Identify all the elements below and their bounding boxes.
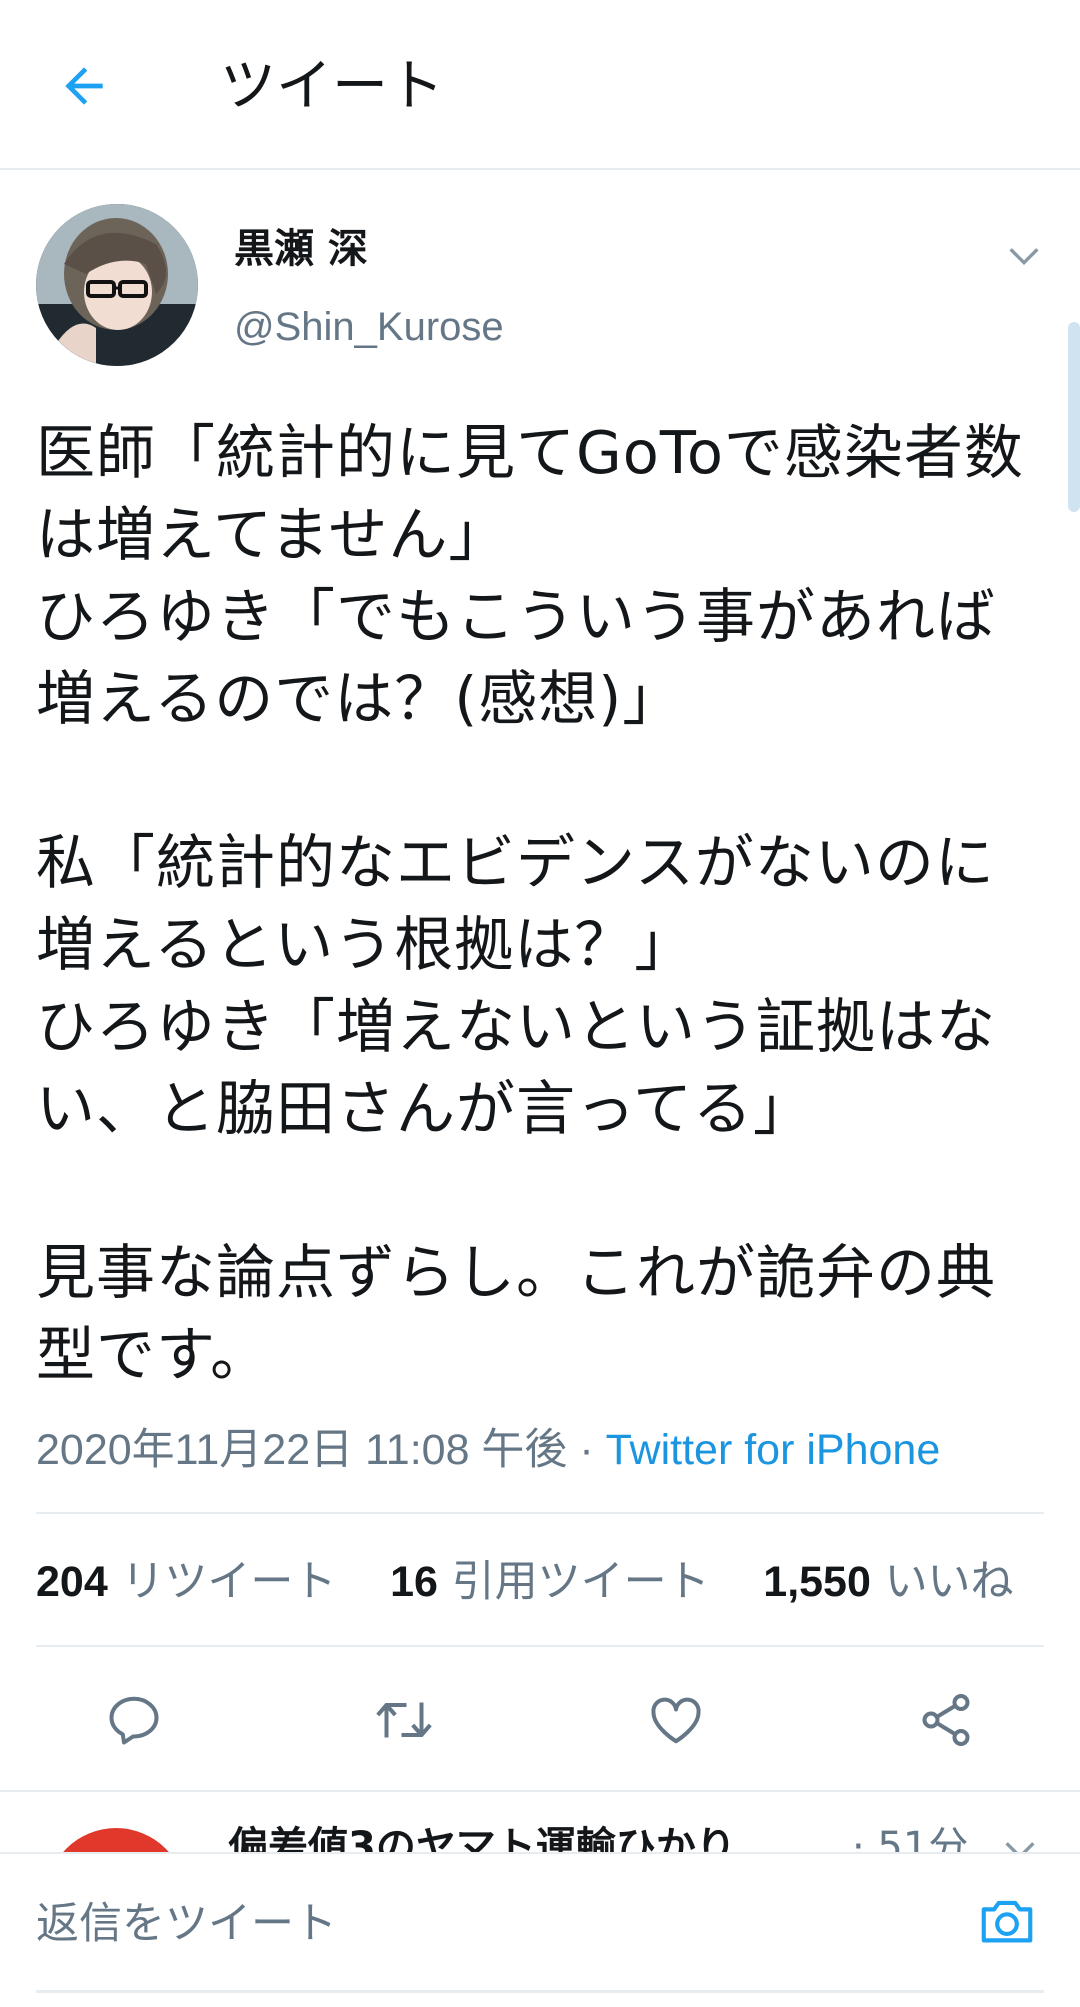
share-button[interactable] [906,1680,986,1760]
author-display-name[interactable]: 黒瀬 深 [234,224,368,274]
like-icon [651,1697,701,1744]
reply-composer: 返信をツイート [0,1852,1080,2007]
tweet-text: 医師「統計的に見てGoToで感染者数は増えてません」 ひろゆき「でもこういう事が… [36,418,1024,1389]
like-button[interactable] [636,1680,716,1760]
divider [36,1645,1044,1647]
scrollbar[interactable] [1068,322,1080,512]
reply-icon [109,1696,159,1745]
camera-button[interactable] [972,1886,1042,1956]
retweets-label: リツイート [121,1557,337,1607]
quotes-label: 引用ツイート [451,1557,710,1607]
reply-item[interactable]: 偏差値3のヤマト運輸ひかり · 51分 [0,1792,1080,1852]
tweet-timestamp[interactable]: 2020年11月22日 11:08 午後 [36,1426,567,1474]
likes-count: 1,550 [763,1558,871,1606]
avatar[interactable] [46,1828,186,1852]
chevron-down-icon [1009,248,1039,266]
reply-author-name: 偏差値3のヤマト運輸ひかり [228,1824,736,1852]
reply-input[interactable]: 返信をツイート [36,1894,337,1954]
retweets-stat[interactable]: 204 リツイート [36,1557,376,1607]
tweet-action-bar [0,1680,1080,1760]
top-app-bar: ツイート [0,0,1080,170]
retweet-icon [376,1702,432,1738]
camera-icon [981,1900,1033,1943]
tweet-stats: 204 リツイート 16 引用ツイート 1,550 いいね [36,1552,1054,1612]
tweet-meta: 2020年11月22日 11:08 午後 · Twitter for iPhon… [36,1420,940,1480]
avatar[interactable] [36,204,198,366]
author-handle[interactable]: @Shin_Kurose [234,302,504,352]
quotes-count: 16 [390,1558,438,1606]
tweet-menu-button[interactable] [1002,234,1046,278]
reply-button[interactable] [94,1680,174,1760]
likes-label: いいね [884,1557,1014,1607]
reply-time: · 51分 [852,1824,969,1852]
back-arrow-icon [65,67,103,105]
share-icon [922,1694,970,1746]
page-title: ツイート [220,54,444,119]
back-button[interactable] [48,50,120,122]
avatar-illustration [36,204,198,366]
retweets-count: 204 [36,1558,108,1606]
retweet-button[interactable] [364,1680,444,1760]
likes-stat[interactable]: 1,550 いいね [763,1557,1053,1607]
divider [36,1512,1044,1514]
tweet-author: 黒瀬 深 @Shin_Kurose [36,204,1046,374]
quotes-stat[interactable]: 16 引用ツイート [390,1557,750,1607]
meta-separator: · [567,1426,606,1474]
input-underline [36,1990,1044,1993]
tweet-source-link[interactable]: Twitter for iPhone [606,1426,941,1474]
chevron-down-icon[interactable] [1000,1830,1040,1852]
